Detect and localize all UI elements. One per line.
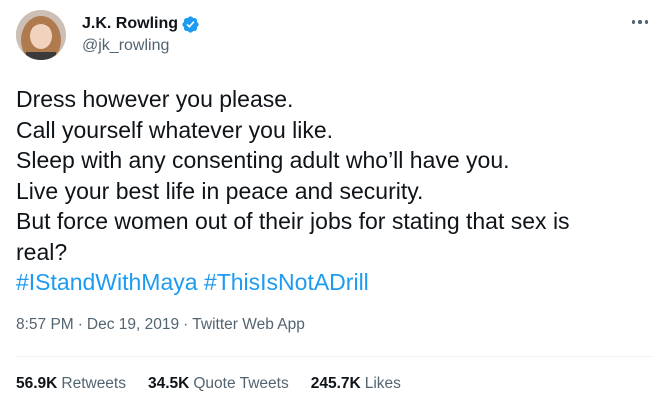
stat-label: Quote Tweets xyxy=(193,375,289,392)
stat-retweets[interactable]: 56.9K Retweets xyxy=(16,375,126,393)
tweet-header: J.K. Rowling @jk_rowling xyxy=(16,10,653,66)
stat-value: 245.7K xyxy=(310,375,361,392)
tweet-stats: 56.9K Retweets 34.5K Quote Tweets 245.7K Li… xyxy=(16,375,423,393)
tweet-line: Dress however you please. xyxy=(16,86,294,112)
stat-quote-tweets[interactable]: 34.5K Quote Tweets xyxy=(148,375,289,393)
meta-separator: · xyxy=(183,316,189,333)
display-name[interactable]: J.K. Rowling xyxy=(82,15,178,33)
meta-separator: · xyxy=(77,316,83,333)
stat-value: 34.5K xyxy=(148,375,190,392)
tweet-line: Live your best life in peace and securit… xyxy=(16,177,424,204)
hashtags: #IStandWithMaya #ThisIsNotADrill xyxy=(16,267,656,298)
tweet-source[interactable]: Twitter Web App xyxy=(192,316,305,333)
more-dot xyxy=(644,20,649,24)
tweet-line: But force women out of their jobs for st… xyxy=(16,208,570,234)
more-options-icon[interactable] xyxy=(627,12,653,32)
author-names: J.K. Rowling @jk_rowling xyxy=(82,13,200,55)
tweet-line: real? xyxy=(16,238,68,265)
tweet-meta: 8:57 PM · Dec 19, 2019 · Twitter Web App xyxy=(16,316,305,334)
tweet-text: Dress however you please. Call yourself … xyxy=(16,84,656,298)
hashtag-link[interactable]: #IStandWithMaya xyxy=(16,269,198,295)
stat-value: 56.9K xyxy=(16,375,58,392)
tweet: J.K. Rowling @jk_rowling Dress however y… xyxy=(0,0,669,408)
stat-likes[interactable]: 245.7K Likes xyxy=(311,375,401,393)
more-dot xyxy=(631,20,636,24)
display-name-row: J.K. Rowling xyxy=(82,13,200,35)
tweet-line: Sleep with any consenting adult who’ll h… xyxy=(16,147,510,173)
verified-badge-icon xyxy=(181,15,200,34)
more-dot xyxy=(638,20,642,24)
divider xyxy=(16,356,653,357)
avatar-image xyxy=(16,10,66,60)
tweet-date[interactable]: Dec 19, 2019 xyxy=(87,316,179,333)
tweet-line: Call yourself whatever you like. xyxy=(16,116,334,143)
stat-label: Retweets xyxy=(61,375,126,392)
stat-label: Likes xyxy=(364,375,401,392)
handle[interactable]: @jk_rowling xyxy=(82,37,200,55)
avatar[interactable] xyxy=(16,10,66,60)
tweet-time[interactable]: 8:57 PM xyxy=(16,316,74,333)
hashtag-link[interactable]: #ThisIsNotADrill xyxy=(204,269,369,295)
